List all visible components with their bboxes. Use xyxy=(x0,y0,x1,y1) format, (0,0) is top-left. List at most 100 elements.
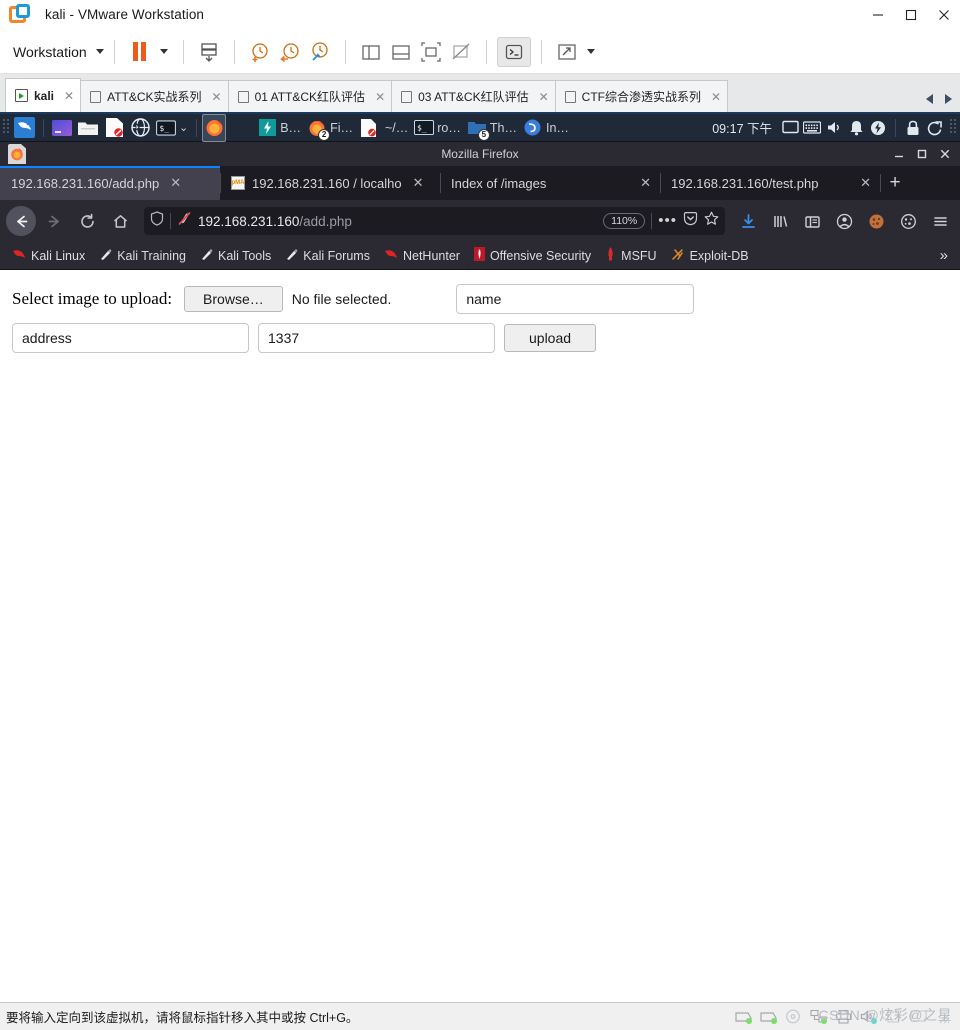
unity-mode-icon[interactable] xyxy=(496,36,531,67)
shield-icon[interactable] xyxy=(150,211,164,231)
workspace-switcher-button[interactable] xyxy=(49,114,75,142)
take-snapshot-icon[interactable] xyxy=(245,37,275,67)
hard-disk-icon[interactable] xyxy=(735,1009,752,1024)
panel-handle-icon[interactable] xyxy=(3,118,11,137)
browser-tab-phpmyadmin[interactable]: pMA 192.168.231.160 / localho ✕ xyxy=(220,166,440,200)
close-icon[interactable]: ✕ xyxy=(860,175,871,191)
lock-icon[interactable] xyxy=(903,118,923,138)
bookmark-exploit-db[interactable]: Exploit-DB xyxy=(665,246,755,266)
forward-arrow-icon[interactable] xyxy=(39,206,69,236)
pause-dropdown-icon[interactable] xyxy=(155,37,173,67)
root-terminal-window-button[interactable]: $_ ro… xyxy=(411,114,464,142)
back-arrow-icon[interactable] xyxy=(6,206,36,236)
web-browser-button[interactable] xyxy=(127,114,153,142)
kali-menu-button[interactable] xyxy=(11,114,38,142)
keyboard-icon[interactable] xyxy=(802,118,822,138)
bookmark-kali-forums[interactable]: Kali Forums xyxy=(279,246,376,266)
workstation-menu-button[interactable]: Workstation xyxy=(13,44,104,60)
bookmark-kali-tools[interactable]: Kali Tools xyxy=(194,246,277,266)
bookmarks-overflow-icon[interactable]: » xyxy=(940,247,954,264)
address-input[interactable] xyxy=(12,323,249,353)
library-icon[interactable] xyxy=(766,207,794,235)
fullscreen-icon[interactable] xyxy=(552,37,582,67)
file-manager-button[interactable] xyxy=(75,114,101,142)
port-input[interactable] xyxy=(258,323,495,353)
terminal-button[interactable]: $_ ⌄ xyxy=(153,114,191,142)
fit-guest-icon[interactable] xyxy=(416,37,446,67)
vm-tab-redteam-01[interactable]: 01 ATT&CK红队评估 ✕ xyxy=(227,80,393,112)
burpsuite-window-button[interactable]: B… xyxy=(254,114,304,142)
upload-button[interactable]: upload xyxy=(504,324,597,352)
bookmark-kali-training[interactable]: Kali Training xyxy=(93,246,192,266)
vm-tab-attack-series[interactable]: ATT&CK实战系列 ✕ xyxy=(80,80,229,112)
close-icon[interactable] xyxy=(934,142,956,166)
bookmark-nethunter[interactable]: NetHunter xyxy=(378,246,466,266)
insecure-connection-icon[interactable] xyxy=(177,211,192,231)
firefox-window-button[interactable]: 2 Fi… xyxy=(304,114,356,142)
power-icon[interactable] xyxy=(868,118,888,138)
cookie-manager-icon[interactable] xyxy=(862,207,890,235)
browser-tab-index-of-images[interactable]: Index of /images ✕ xyxy=(440,166,660,200)
text-editor-button[interactable] xyxy=(101,114,127,142)
browse-button[interactable]: Browse… xyxy=(184,286,283,312)
maximize-icon[interactable] xyxy=(894,0,927,30)
fullscreen-dropdown-icon[interactable] xyxy=(582,37,600,67)
taskbar-clock[interactable]: 09:17 下午 xyxy=(706,118,778,137)
downloads-icon[interactable] xyxy=(734,207,762,235)
reload-icon[interactable] xyxy=(72,206,102,236)
new-tab-button[interactable]: + xyxy=(880,166,910,200)
logout-icon[interactable] xyxy=(925,118,945,138)
firefox-taskbar-button[interactable] xyxy=(202,113,227,142)
display-icon[interactable] xyxy=(780,118,800,138)
menu-icon[interactable] xyxy=(926,207,954,235)
cd-drive-icon[interactable] xyxy=(785,1009,802,1024)
show-console-view-icon[interactable] xyxy=(386,37,416,67)
close-icon[interactable]: ✕ xyxy=(539,90,549,104)
cookie-icon[interactable] xyxy=(894,207,922,235)
show-sidebar-icon[interactable] xyxy=(356,37,386,67)
bookmark-msfu[interactable]: MSFU xyxy=(599,245,662,266)
tab-scroll-right-icon[interactable] xyxy=(945,94,952,104)
chevron-down-icon[interactable]: ⌄ xyxy=(179,121,188,134)
account-icon[interactable] xyxy=(830,207,858,235)
close-icon[interactable]: ✕ xyxy=(413,175,424,191)
revert-snapshot-icon[interactable] xyxy=(275,37,305,67)
close-icon[interactable]: ✕ xyxy=(640,175,651,191)
close-icon[interactable] xyxy=(927,0,960,30)
no-fullscreen-icon[interactable] xyxy=(446,37,476,67)
close-icon[interactable]: ✕ xyxy=(375,90,385,104)
close-icon[interactable]: ✕ xyxy=(212,90,222,104)
pocket-icon[interactable] xyxy=(683,211,698,231)
minimize-icon[interactable] xyxy=(861,0,894,30)
minimize-icon[interactable] xyxy=(888,142,910,166)
tab-scroll-left-icon[interactable] xyxy=(926,94,933,104)
vm-tab-redteam-03[interactable]: 03 ATT&CK红队评估 ✕ xyxy=(391,80,556,112)
name-input[interactable] xyxy=(456,284,695,314)
bookmark-star-icon[interactable] xyxy=(704,211,719,231)
home-folder-window-button[interactable]: ~/… xyxy=(382,114,411,142)
sidebar-icon[interactable] xyxy=(798,207,826,235)
snapshot-manager-icon[interactable] xyxy=(305,37,335,67)
zoom-level-badge[interactable]: 110% xyxy=(603,213,646,229)
vm-tab-ctf-series[interactable]: CTF综合渗透实战系列 ✕ xyxy=(554,80,729,112)
url-bar[interactable]: 192.168.231.160/add.php 110% ••• xyxy=(144,207,725,235)
close-icon[interactable]: ✕ xyxy=(711,90,721,104)
url-text[interactable]: 192.168.231.160/add.php xyxy=(198,214,597,229)
panel-handle-icon[interactable] xyxy=(950,118,958,137)
browser-tab-test-php[interactable]: 192.168.231.160/test.php ✕ xyxy=(660,166,880,200)
close-icon[interactable]: ✕ xyxy=(64,89,74,103)
thunar-window-button[interactable]: 5 Th… xyxy=(464,114,520,142)
vm-tab-kali[interactable]: kali ✕ xyxy=(5,78,82,112)
bookmark-offensive-security[interactable]: Offensive Security xyxy=(468,245,597,266)
maximize-icon[interactable] xyxy=(911,142,933,166)
snapshot-icon[interactable] xyxy=(194,37,224,67)
text-editor-window-button[interactable] xyxy=(356,114,382,142)
browser-tab-add-php[interactable]: 192.168.231.160/add.php ✕ xyxy=(0,166,220,200)
pause-icon[interactable] xyxy=(125,37,155,67)
close-icon[interactable]: ✕ xyxy=(170,175,181,191)
volume-icon[interactable] xyxy=(824,118,844,138)
hard-disk-2-icon[interactable] xyxy=(760,1009,777,1024)
bookmark-kali-linux[interactable]: Kali Linux xyxy=(6,246,91,266)
intellij-window-button[interactable]: In… xyxy=(520,114,572,142)
home-icon[interactable] xyxy=(105,206,135,236)
